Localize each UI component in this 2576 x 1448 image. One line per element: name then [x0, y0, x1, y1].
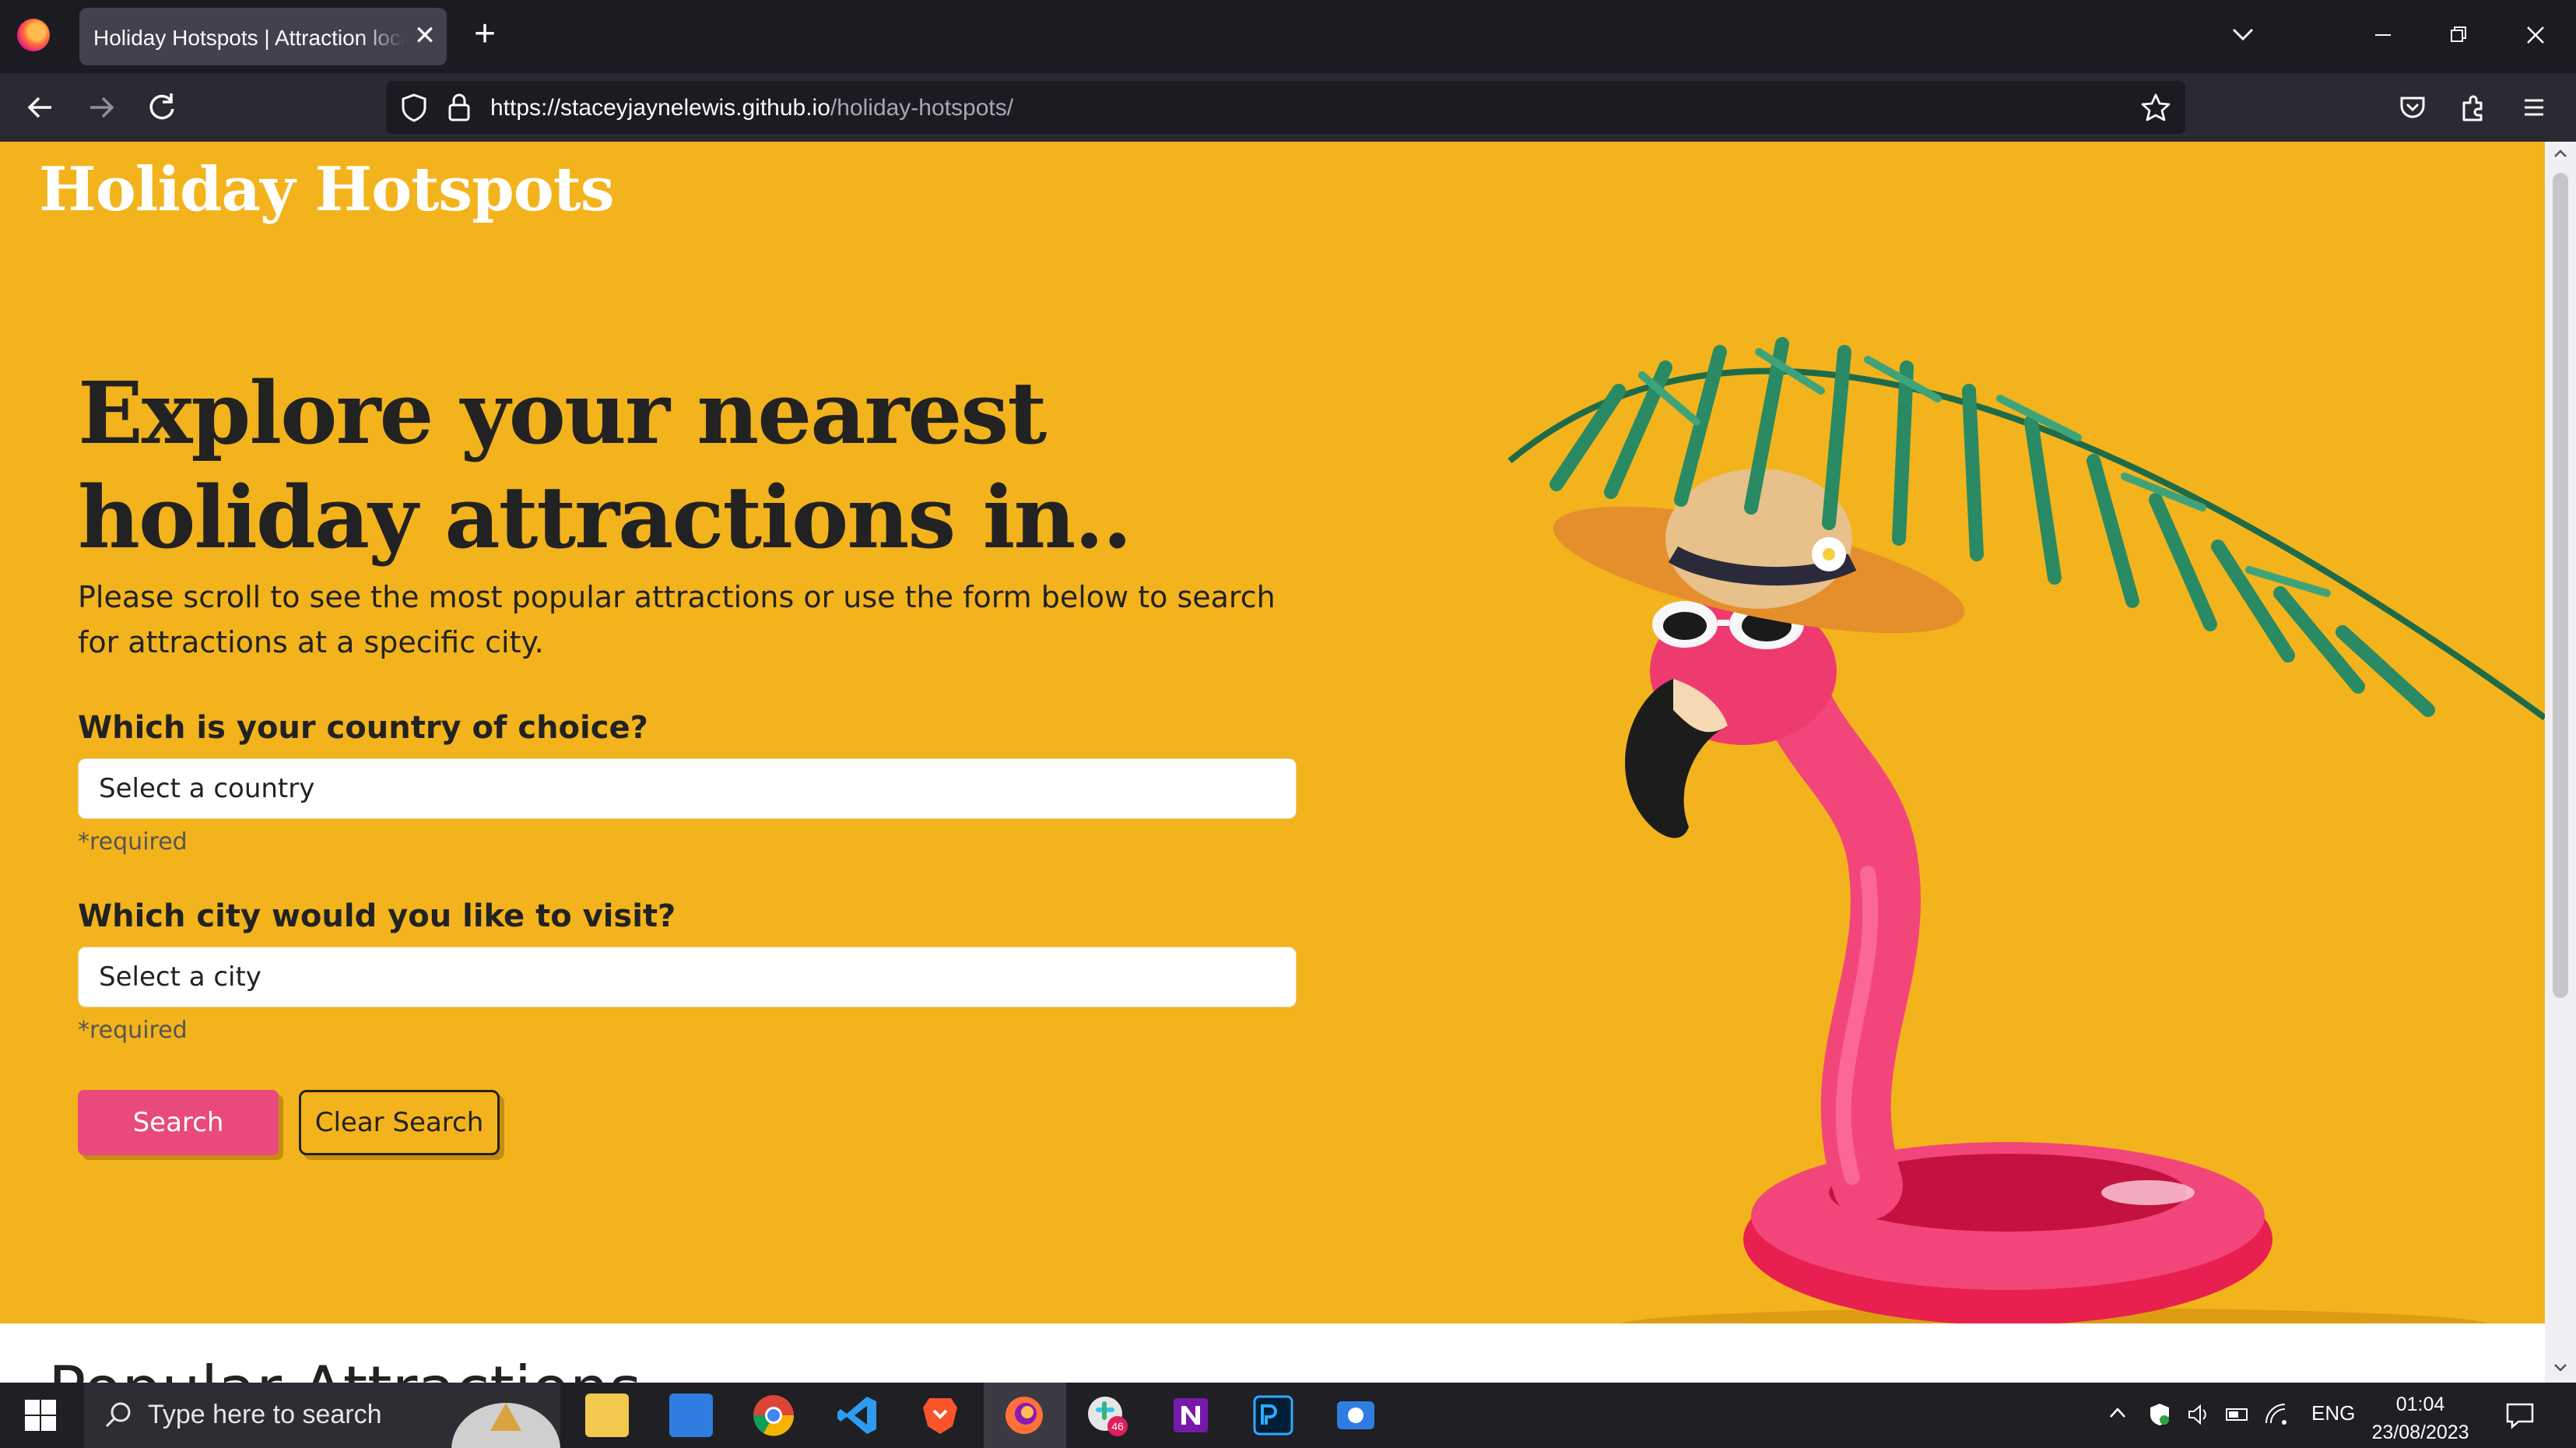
country-required-note: *required: [78, 828, 188, 856]
slack-badge-count: 46: [1111, 1420, 1124, 1432]
slack-icon[interactable]: 46: [1085, 1394, 1128, 1437]
reload-icon[interactable]: [143, 89, 181, 126]
file-explorer-icon[interactable]: [585, 1394, 629, 1437]
firefox-icon[interactable]: [1002, 1394, 1046, 1437]
clock-time: 01:04: [2395, 1394, 2445, 1415]
tray-overflow-chevron-icon[interactable]: [2106, 1401, 2129, 1425]
city-required-note: *required: [78, 1017, 188, 1044]
scroll-up-icon[interactable]: [2551, 145, 2570, 163]
system-clock[interactable]: 01:04 23/08/2023: [2366, 1390, 2475, 1446]
vscode-icon[interactable]: [836, 1394, 879, 1437]
forward-arrow-icon[interactable]: [82, 89, 120, 126]
city-label: Which city would you like to visit?: [78, 898, 676, 934]
scrollbar-thumb[interactable]: [2553, 173, 2568, 998]
address-bar[interactable]: https://staceyjaynelewis.github.io/holid…: [386, 81, 2185, 134]
brave-icon[interactable]: [918, 1394, 962, 1437]
country-select-value: Select a country: [99, 773, 315, 804]
scroll-down-icon[interactable]: [2551, 1358, 2570, 1376]
back-arrow-icon[interactable]: [22, 89, 59, 126]
url-path: /holiday-hotspots/: [830, 95, 1014, 121]
restore-icon[interactable]: [2434, 16, 2481, 54]
new-tab-button[interactable]: +: [467, 16, 503, 54]
clear-search-button[interactable]: Clear Search: [299, 1090, 500, 1155]
taskbar-search-placeholder: Type here to search: [148, 1400, 382, 1429]
photoshop-icon[interactable]: [1251, 1394, 1295, 1437]
tab-title: Holiday Hotspots | Attraction locator: [93, 26, 405, 50]
tab-close-icon[interactable]: ✕: [411, 22, 439, 50]
windows-taskbar: Type here to search 46 ENG 01:04 23/08/2…: [0, 1383, 2576, 1448]
site-logo[interactable]: Holiday Hotspots: [39, 154, 615, 225]
hero-section: Holiday Hotspots Explore your nearest ho…: [0, 142, 2545, 1323]
bookmark-star-icon[interactable]: [2140, 92, 2171, 123]
popular-attractions-heading: Popular Attractions: [48, 1353, 641, 1383]
flamingo-illustration: [1507, 337, 2545, 1323]
windows-start-icon[interactable]: [23, 1398, 58, 1432]
hamburger-menu-icon[interactable]: [2515, 89, 2553, 126]
minimize-icon[interactable]: [2360, 16, 2406, 54]
url-text[interactable]: https://staceyjaynelewis.github.io/holid…: [490, 95, 1013, 121]
country-select[interactable]: Select a country: [78, 758, 1297, 819]
browser-tab-bar: Holiday Hotspots | Attraction locator ✕ …: [0, 0, 2576, 73]
wifi-icon[interactable]: [2263, 1401, 2290, 1428]
lock-icon[interactable]: [445, 92, 473, 123]
security-shield-icon[interactable]: [2146, 1401, 2173, 1428]
page-scrollbar[interactable]: [2545, 142, 2576, 1383]
pocket-icon[interactable]: [2394, 89, 2431, 126]
hero-description: Please scroll to see the most popular at…: [78, 580, 1276, 659]
camera-icon[interactable]: [1334, 1394, 1377, 1437]
active-tab[interactable]: Holiday Hotspots | Attraction locator ✕: [79, 8, 447, 65]
volume-icon[interactable]: [2185, 1401, 2212, 1428]
list-all-tabs-icon[interactable]: [2227, 19, 2258, 50]
city-select-value: Select a city: [99, 961, 261, 993]
url-host: https://staceyjaynelewis.github.io: [490, 95, 830, 121]
city-select[interactable]: Select a city: [78, 947, 1297, 1007]
notifications-icon[interactable]: [2504, 1401, 2536, 1429]
navigation-toolbar: https://staceyjaynelewis.github.io/holid…: [0, 73, 2576, 142]
hero-headline: Explore your nearest holiday attractions…: [78, 363, 1132, 568]
tracking-protection-shield-icon[interactable]: [398, 92, 430, 123]
firefox-icon[interactable]: [17, 19, 50, 51]
search-highlight-icon: [451, 1403, 560, 1448]
mail-icon[interactable]: [669, 1394, 713, 1437]
search-button[interactable]: Search: [78, 1090, 279, 1155]
battery-icon[interactable]: [2224, 1401, 2251, 1428]
web-page: Holiday Hotspots Explore your nearest ho…: [0, 142, 2545, 1383]
taskbar-search-box[interactable]: Type here to search: [84, 1383, 560, 1448]
chrome-icon[interactable]: [752, 1394, 795, 1437]
search-icon: [105, 1402, 131, 1428]
country-label: Which is your country of choice?: [78, 710, 648, 746]
clock-date: 23/08/2023: [2371, 1422, 2469, 1443]
language-indicator[interactable]: ENG: [2311, 1401, 2355, 1425]
onenote-icon[interactable]: [1169, 1394, 1213, 1437]
close-window-icon[interactable]: [2512, 16, 2559, 54]
extensions-icon[interactable]: [2455, 89, 2492, 126]
